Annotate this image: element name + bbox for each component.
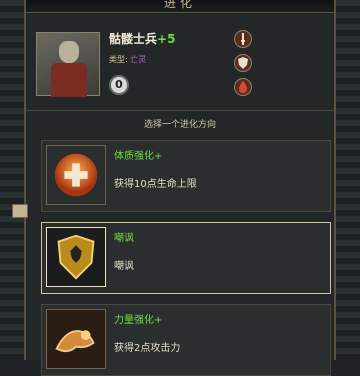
strength-arm-icon-graphic xyxy=(47,310,105,368)
shield-icon-graphic xyxy=(238,57,248,69)
evolution-dialog: 进化 骷髅士兵+5 类型: 亡灵 0 选择一个进化方向 体质强化+ 获得10点生… xyxy=(24,0,336,376)
unit-type-value: 亡灵 xyxy=(130,55,147,64)
unit-portrait xyxy=(36,32,100,97)
health-cross-icon-graphic xyxy=(54,153,98,197)
sword-icon-graphic xyxy=(241,33,245,45)
sword-icon xyxy=(234,30,252,48)
unit-level-plus: +5 xyxy=(157,32,176,46)
option-description: 获得2点攻击力 xyxy=(114,343,181,354)
taunt-shield-icon-graphic xyxy=(47,228,105,286)
taunt-shield-icon xyxy=(46,227,106,287)
unit-name: 骷髅士兵+5 xyxy=(109,30,175,47)
evolution-option-strength[interactable]: 力量强化+ 获得2点攻击力 xyxy=(41,304,331,376)
unit-type: 类型: 亡灵 xyxy=(109,54,146,65)
unit-type-label: 类型: xyxy=(109,55,128,64)
option-title: 嘲讽 xyxy=(114,233,134,244)
option-title: 体质强化+ xyxy=(114,151,163,162)
option-description: 获得10点生命上限 xyxy=(114,179,197,190)
unit-level-badge: 0 xyxy=(109,75,129,95)
shield-icon xyxy=(234,54,252,72)
dialog-title: 进化 xyxy=(163,0,196,10)
option-title: 力量强化+ xyxy=(114,315,163,326)
skeleton-body xyxy=(51,63,87,97)
option-description: 嘲讽 xyxy=(114,261,134,272)
title-bar: 进化 xyxy=(26,0,334,13)
unit-info-panel: 骷髅士兵+5 类型: 亡灵 0 xyxy=(36,20,326,104)
blood-drop-icon-graphic xyxy=(239,81,247,93)
section-divider xyxy=(26,110,334,111)
scroll-handle[interactable] xyxy=(12,204,28,218)
evolution-option-constitution[interactable]: 体质强化+ 获得10点生命上限 xyxy=(41,140,331,212)
health-cross-icon xyxy=(46,145,106,205)
evolution-option-taunt[interactable]: 嘲讽 嘲讽 xyxy=(41,222,331,294)
blood-drop-icon xyxy=(234,78,252,96)
unit-name-text: 骷髅士兵 xyxy=(109,32,158,46)
strength-arm-icon xyxy=(46,309,106,369)
skeleton-head xyxy=(59,41,79,63)
evolution-section-title: 选择一个进化方向 xyxy=(143,120,216,130)
